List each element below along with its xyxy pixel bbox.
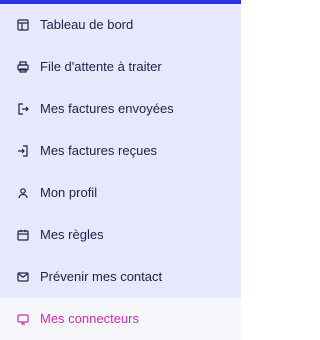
sidebar-item-prevenir-contact[interactable]: Prévenir mes contact — [0, 256, 241, 298]
receive-arrow-icon — [16, 144, 30, 158]
sidebar-item-label: File d'attente à traiter — [40, 59, 162, 74]
sidebar-item-label: Mes factures envoyées — [40, 101, 174, 116]
calendar-icon — [16, 228, 30, 242]
sidebar-item-label: Mes connecteurs — [40, 311, 139, 326]
printer-icon — [16, 60, 30, 74]
sidebar-item-label: Prévenir mes contact — [40, 269, 163, 284]
send-arrow-icon — [16, 102, 30, 116]
monitor-icon — [16, 312, 30, 326]
sidebar: Tableau de bord File d'attente à traiter — [0, 0, 241, 340]
sidebar-item-label: Mon profil — [40, 185, 98, 200]
layout-icon — [16, 18, 30, 32]
sidebar-menu: Tableau de bord File d'attente à traiter — [0, 4, 241, 340]
sidebar-item-mon-profil[interactable]: Mon profil — [0, 172, 241, 214]
sidebar-item-mes-regles[interactable]: Mes règles — [0, 214, 241, 256]
sidebar-item-label: Tableau de bord — [40, 17, 134, 32]
sidebar-item-mes-connecteurs[interactable]: Mes connecteurs — [0, 298, 241, 340]
mail-icon — [16, 270, 30, 284]
sidebar-item-label: Mes règles — [40, 227, 104, 242]
sidebar-item-label: Mes factures reçues — [40, 143, 158, 158]
sidebar-item-file-d-attente[interactable]: File d'attente à traiter — [0, 46, 241, 88]
sidebar-item-factures-recues[interactable]: Mes factures reçues — [0, 130, 241, 172]
user-icon — [16, 186, 30, 200]
sidebar-item-factures-envoyees[interactable]: Mes factures envoyées — [0, 88, 241, 130]
sidebar-item-tableau-de-bord[interactable]: Tableau de bord — [0, 4, 241, 46]
